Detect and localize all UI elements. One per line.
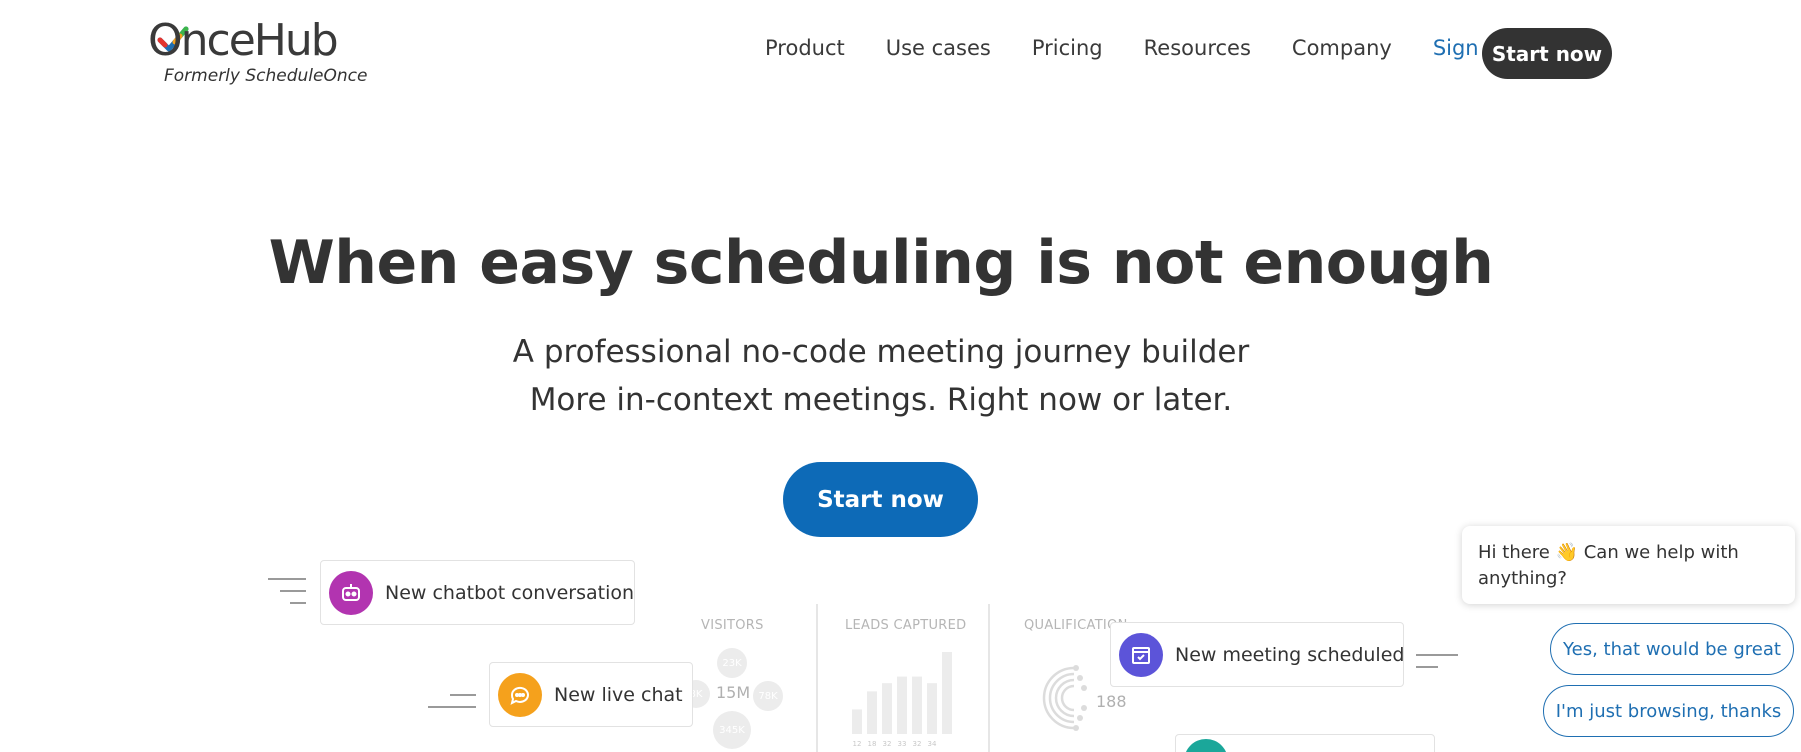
main-nav: Product Use cases Pricing Resources Comp…	[765, 36, 1543, 60]
decor-lines-meeting	[1416, 654, 1460, 668]
chat-greeting-bubble: Hi there 👋 Can we help with anything?	[1462, 526, 1795, 604]
visitor-bubble: 345K	[713, 711, 751, 749]
partial-card-icon	[1184, 739, 1228, 752]
lead-bar-label: 32	[913, 740, 922, 748]
nav-pricing[interactable]: Pricing	[1032, 36, 1103, 60]
leads-bar-chart: 12 18 32 33 32 34	[852, 652, 952, 748]
partial-card	[1175, 734, 1435, 752]
lead-bar	[882, 683, 892, 734]
logo-tagline: Formerly ScheduleOnce	[164, 66, 368, 86]
lead-bar-label: 34	[928, 740, 937, 748]
qualification-graphic	[1042, 665, 1087, 731]
lead-bar-label: 18	[868, 740, 877, 748]
chat-option-browsing-button[interactable]: I'm just browsing, thanks	[1543, 685, 1794, 737]
lead-bar	[942, 652, 952, 734]
lead-bar-label: 32	[883, 740, 892, 748]
visitors-main-value: 15M	[716, 683, 751, 702]
lead-bar-label: 33	[898, 740, 907, 748]
hero-subtitle-2: More in-context meetings. Right now or l…	[529, 382, 1233, 418]
oncehub-logo[interactable]: OnceHub Formerly ScheduleOnce	[148, 15, 367, 88]
logo-wordmark: OnceHub	[148, 15, 339, 66]
nav-use-cases[interactable]: Use cases	[886, 36, 991, 60]
decor-lines-livechat	[428, 694, 478, 708]
calendar-check-icon	[1119, 632, 1163, 677]
qualification-value: 188	[1096, 692, 1127, 711]
lead-bar	[912, 676, 922, 734]
meeting-scheduled-card: New meeting scheduled	[1110, 622, 1404, 687]
visitor-bubble: 23K	[717, 648, 747, 678]
visitor-bubble: 78K	[753, 681, 783, 711]
lead-bar	[852, 709, 862, 734]
lead-bar-label: 12	[853, 740, 862, 748]
lead-bar	[927, 683, 937, 734]
live-chat-card: New live chat	[489, 662, 693, 727]
nav-resources[interactable]: Resources	[1144, 36, 1251, 60]
chat-bubble-icon	[498, 672, 542, 717]
chatbot-card-label: New chatbot conversation	[385, 581, 635, 604]
chat-option-yes-button[interactable]: Yes, that would be great	[1550, 623, 1794, 675]
lead-bar	[867, 691, 877, 734]
hero-start-now-button[interactable]: Start now	[783, 462, 978, 537]
lead-bar	[897, 676, 907, 734]
hero-title: When easy scheduling is not enough	[268, 228, 1494, 298]
dashboard-divider	[816, 604, 818, 752]
leads-captured-label: LEADS CAPTURED	[845, 618, 967, 633]
nav-company[interactable]: Company	[1292, 36, 1392, 60]
nav-product[interactable]: Product	[765, 36, 845, 60]
decor-lines-chatbot	[268, 578, 308, 608]
hero-subtitle-1: A professional no-code meeting journey b…	[512, 334, 1250, 370]
chatbot-icon	[329, 570, 373, 615]
visitors-label: VISITORS	[701, 618, 764, 633]
dashboard-divider	[988, 604, 990, 752]
meeting-card-label: New meeting scheduled	[1175, 643, 1405, 666]
chatbot-conversation-card: New chatbot conversation	[320, 560, 635, 625]
live-chat-card-label: New live chat	[554, 683, 683, 706]
header-start-now-button[interactable]: Start now	[1482, 28, 1612, 79]
